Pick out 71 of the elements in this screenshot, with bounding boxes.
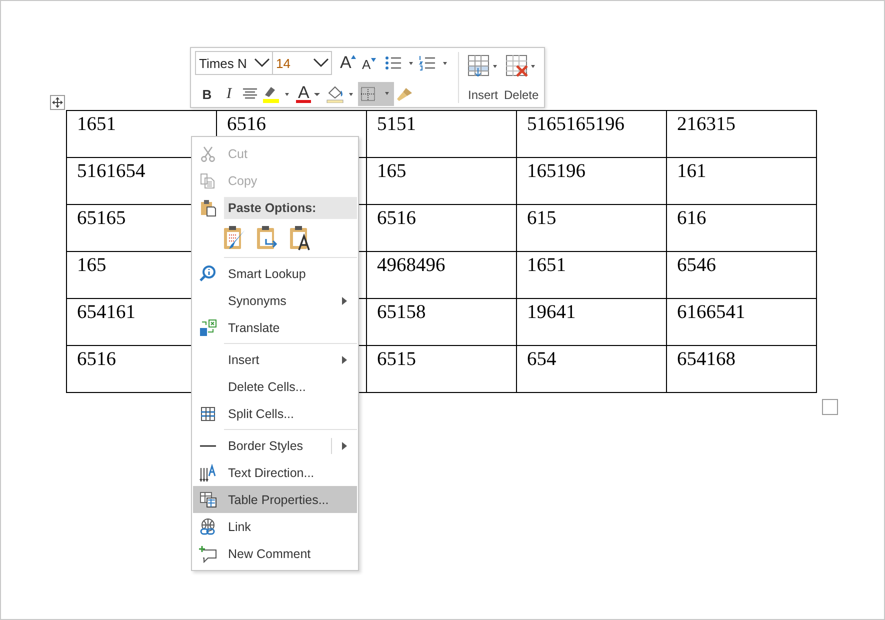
borders-button[interactable] <box>358 82 394 106</box>
table-cell: 5151 <box>377 113 416 137</box>
clipboard-icon <box>200 198 216 216</box>
table-cell: 65158 <box>377 301 426 325</box>
merge-formatting-paste-button[interactable] <box>256 225 280 251</box>
line-icon <box>200 444 216 448</box>
grid-icon <box>200 406 216 422</box>
delete-button[interactable]: Delete <box>502 50 541 107</box>
font-size-field[interactable]: 14 <box>272 51 332 75</box>
text-direction-icon <box>199 464 217 482</box>
menu-item[interactable]: New Comment <box>193 540 357 567</box>
down-triangle-icon <box>370 58 376 62</box>
table-cell: 5161654 <box>77 160 146 184</box>
table-cell: 5165165196 <box>527 113 624 137</box>
table-icon <box>199 491 217 508</box>
table-cell: 6546 <box>677 254 716 278</box>
table-cell: 6516 <box>77 348 116 372</box>
menu-item[interactable]: Border Styles <box>193 432 357 459</box>
table-cell: 654168 <box>677 348 736 372</box>
table-cell: 616 <box>677 207 706 231</box>
menu-item[interactable]: Smart Lookup <box>193 260 357 287</box>
table-cell: 165 <box>77 254 106 278</box>
chevron-down-icon <box>254 58 270 68</box>
table-cell: 19641 <box>527 301 576 325</box>
menu-item[interactable]: Split Cells... <box>193 400 357 427</box>
shrink-font-button[interactable]: A <box>360 51 382 75</box>
table-cell: 165 <box>377 160 406 184</box>
table-cell: 4968496 <box>377 254 446 278</box>
table-cell: 654 <box>527 348 556 372</box>
menu-item[interactable]: Translate <box>193 314 357 341</box>
table-cell: 161 <box>677 160 706 184</box>
chevron-down-icon <box>313 58 329 68</box>
paste-options-header: Paste Options: <box>224 196 357 218</box>
table-cell: 615 <box>527 207 556 231</box>
menu-item[interactable]: Insert <box>193 346 357 373</box>
table-cell: 6166541 <box>677 301 746 325</box>
menu-item[interactable]: Text Direction... <box>193 459 357 486</box>
scissors-icon <box>200 146 216 162</box>
globe-link-icon <box>199 518 217 536</box>
font-field[interactable]: Times N <box>195 51 273 75</box>
table-cell: 6516 <box>227 113 266 137</box>
submenu-arrow-icon <box>342 442 347 450</box>
table-cell: 165196 <box>527 160 586 184</box>
up-triangle-icon <box>351 55 356 59</box>
menu-item[interactable]: Synonyms <box>193 287 357 314</box>
bold-button[interactable]: B <box>196 82 218 106</box>
menu-item[interactable]: Link <box>193 513 357 540</box>
table-cell: 6515 <box>377 348 416 372</box>
table-cell: 216315 <box>677 113 736 137</box>
font-color-button[interactable]: A <box>294 82 324 106</box>
table-cell: 1651 <box>77 113 116 137</box>
align-center-icon <box>242 87 258 101</box>
submenu-arrow-icon <box>342 296 347 304</box>
submenu-arrow-icon <box>342 356 347 364</box>
insert-button[interactable]: Insert <box>464 50 502 107</box>
table-cell: 654161 <box>77 301 136 325</box>
table-cell: 1651 <box>527 254 566 278</box>
table-resize-handle[interactable] <box>822 399 838 415</box>
menu-item[interactable]: Table Properties... <box>193 486 357 513</box>
comment-icon <box>199 544 217 562</box>
italic-button[interactable]: I <box>218 82 240 106</box>
grow-font-button[interactable]: A <box>338 51 360 75</box>
menu-item[interactable]: Delete Cells... <box>193 373 357 400</box>
caret-icon <box>314 92 322 96</box>
magnifier-icon <box>199 264 217 282</box>
translate-icon <box>199 318 217 336</box>
brush-icon <box>396 86 414 102</box>
copy-icon <box>200 172 216 188</box>
table-move-handle[interactable] <box>50 95 65 110</box>
table-cell: 6516 <box>377 207 416 231</box>
table-cell: 65165 <box>77 207 126 231</box>
